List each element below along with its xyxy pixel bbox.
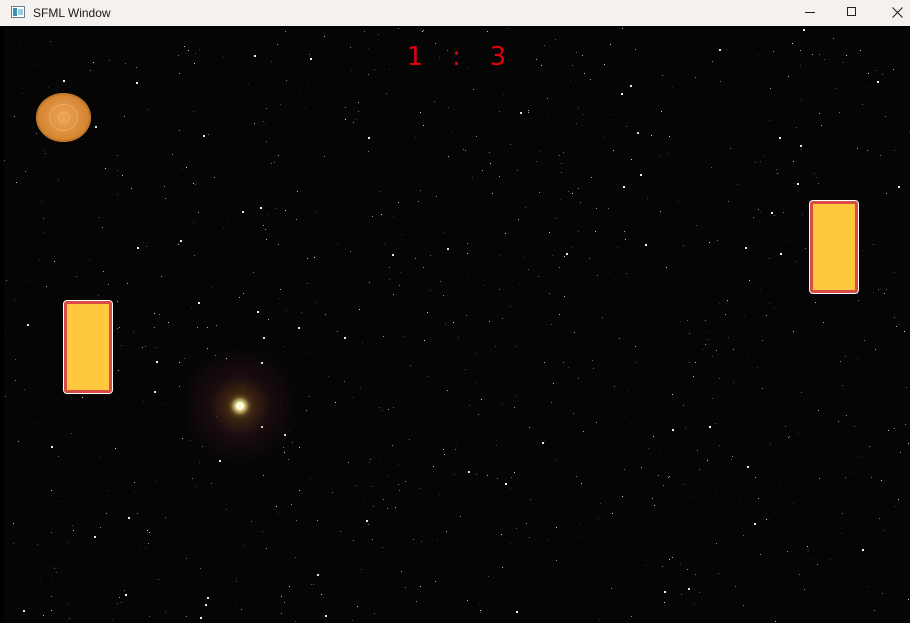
lens-flare [180,346,300,466]
ball [36,93,91,142]
flare-core [236,402,244,410]
close-icon [892,7,903,18]
minimize-button[interactable] [787,0,833,26]
window-title: SFML Window [33,6,111,20]
right-paddle [809,200,859,294]
starfield-background [4,28,910,622]
maximize-button[interactable] [829,0,875,26]
minimize-icon [805,12,815,13]
score-right: 3 [489,42,508,72]
game-canvas[interactable]: 1 : 3 [4,28,910,623]
score-separator: : [452,42,462,72]
close-button[interactable] [874,0,910,26]
left-paddle [63,300,113,394]
score-left: 1 [406,42,425,72]
title-bar[interactable]: SFML Window [0,0,910,26]
app-icon [11,6,25,18]
scoreboard: 1 : 3 [4,42,910,72]
maximize-icon [847,7,856,16]
sfml-window: SFML Window 1 : 3 [0,0,910,623]
